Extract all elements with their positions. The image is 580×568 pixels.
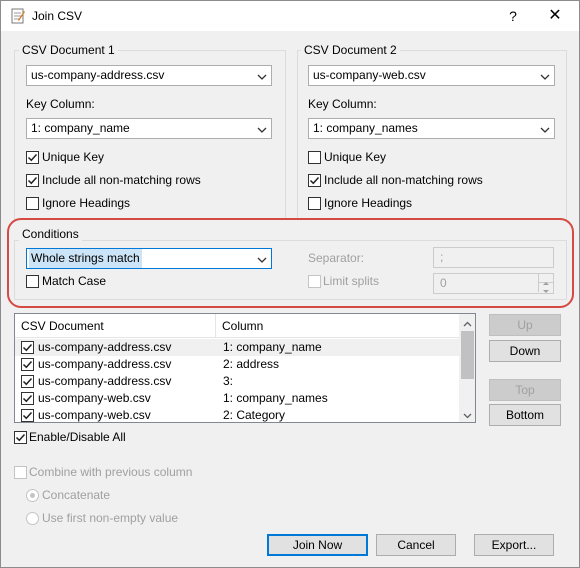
doc2-key-column-value: 1: company_names <box>313 121 418 135</box>
move-top-button[interactable]: Top <box>489 379 561 401</box>
chevron-down-icon <box>256 123 268 135</box>
enable-disable-all-label[interactable]: Enable/Disable All <box>29 430 126 444</box>
join-now-button[interactable]: Join Now <box>267 534 368 556</box>
checkmark-icon <box>22 343 33 352</box>
checkmark-icon <box>22 360 33 369</box>
list-header: CSV Document Column <box>15 314 459 338</box>
row-column: 2: Category <box>223 408 286 422</box>
doc1-key-column-select[interactable]: 1: company_name <box>26 118 272 139</box>
window-title: Join CSV <box>32 9 83 23</box>
scroll-down-icon[interactable] <box>463 409 472 419</box>
move-bottom-button[interactable]: Bottom <box>489 404 561 426</box>
scroll-thumb[interactable] <box>461 331 474 379</box>
row-enabled-checkbox[interactable] <box>21 392 34 405</box>
combine-previous-label[interactable]: Combine with previous column <box>29 465 192 479</box>
close-button[interactable]: ✕ <box>543 4 567 28</box>
row-column: 1: company_name <box>223 340 322 354</box>
row-document: us-company-address.csv <box>38 374 172 388</box>
enable-disable-all-checkbox[interactable] <box>14 431 27 444</box>
title-bar: Join CSV ? ✕ <box>1 1 579 31</box>
row-column: 3: <box>223 374 234 388</box>
column-header-column[interactable]: Column <box>216 314 459 338</box>
csv-document-2-legend: CSV Document 2 <box>301 43 400 57</box>
doc2-key-column-select[interactable]: 1: company_names <box>308 118 555 139</box>
checkmark-icon <box>309 176 320 185</box>
row-document: us-company-web.csv <box>38 391 151 405</box>
row-column: 1: company_names <box>223 391 328 405</box>
move-up-button[interactable]: Up <box>489 314 561 336</box>
csv-document-1-legend: CSV Document 1 <box>19 43 118 57</box>
doc1-file-value: us-company-address.csv <box>31 68 165 82</box>
row-enabled-checkbox[interactable] <box>21 358 34 371</box>
row-enabled-checkbox[interactable] <box>21 409 34 422</box>
row-column: 2: address <box>223 357 280 371</box>
table-row[interactable]: us-company-web.csv 2: Category <box>15 407 459 422</box>
checkmark-icon <box>22 377 33 386</box>
doc2-unique-key-label[interactable]: Unique Key <box>324 150 386 164</box>
doc1-include-nonmatching-checkbox[interactable] <box>26 174 39 187</box>
checkmark-icon <box>22 394 33 403</box>
help-button[interactable]: ? <box>501 4 525 28</box>
export-button[interactable]: Export... <box>474 534 554 556</box>
doc1-ignore-headings-label[interactable]: Ignore Headings <box>42 196 130 210</box>
column-header-document[interactable]: CSV Document <box>15 314 216 338</box>
csv-app-icon <box>10 8 26 24</box>
output-columns-list[interactable]: CSV Document Column us-company-address.c… <box>14 313 476 423</box>
doc1-ignore-headings-checkbox[interactable] <box>26 197 39 210</box>
doc1-file-select[interactable]: us-company-address.csv <box>26 65 272 86</box>
table-row[interactable]: us-company-address.csv 2: address <box>15 356 459 373</box>
concatenate-label[interactable]: Concatenate <box>42 488 110 502</box>
checkmark-icon <box>22 411 33 420</box>
doc1-unique-key-checkbox[interactable] <box>26 151 39 164</box>
checkmark-icon <box>27 176 38 185</box>
doc2-file-select[interactable]: us-company-web.csv <box>308 65 555 86</box>
row-document: us-company-address.csv <box>38 357 172 371</box>
row-enabled-checkbox[interactable] <box>21 341 34 354</box>
doc2-ignore-headings-label[interactable]: Ignore Headings <box>324 196 412 210</box>
chevron-down-icon <box>539 70 551 82</box>
doc1-include-nonmatching-label[interactable]: Include all non-matching rows <box>42 173 201 187</box>
row-enabled-checkbox[interactable] <box>21 375 34 388</box>
cancel-button[interactable]: Cancel <box>376 534 456 556</box>
doc2-key-column-label: Key Column: <box>308 97 377 111</box>
join-csv-dialog: Join CSV ? ✕ CSV Document 1 us-company-a… <box>0 0 580 568</box>
table-row[interactable]: us-company-address.csv 1: company_name <box>15 339 459 356</box>
table-row[interactable]: us-company-web.csv 1: company_names <box>15 390 459 407</box>
concatenate-radio[interactable] <box>26 489 39 502</box>
row-document: us-company-address.csv <box>38 340 172 354</box>
chevron-down-icon <box>256 70 268 82</box>
combine-previous-checkbox[interactable] <box>14 466 27 479</box>
table-row[interactable]: us-company-address.csv 3: <box>15 373 459 390</box>
doc2-unique-key-checkbox[interactable] <box>308 151 321 164</box>
conditions-highlight <box>7 218 574 308</box>
doc1-key-column-label: Key Column: <box>26 97 95 111</box>
doc2-include-nonmatching-label[interactable]: Include all non-matching rows <box>324 173 483 187</box>
doc1-key-column-value: 1: company_name <box>31 121 130 135</box>
doc1-unique-key-label[interactable]: Unique Key <box>42 150 104 164</box>
checkmark-icon <box>15 433 26 442</box>
move-down-button[interactable]: Down <box>489 340 561 362</box>
checkmark-icon <box>27 153 38 162</box>
row-document: us-company-web.csv <box>38 408 151 422</box>
scroll-up-icon[interactable] <box>463 318 472 327</box>
chevron-down-icon <box>539 123 551 135</box>
doc2-include-nonmatching-checkbox[interactable] <box>308 174 321 187</box>
doc2-ignore-headings-checkbox[interactable] <box>308 197 321 210</box>
first-nonempty-radio[interactable] <box>26 512 39 525</box>
list-vertical-scrollbar[interactable] <box>459 314 475 422</box>
doc2-file-value: us-company-web.csv <box>313 68 426 82</box>
first-nonempty-label[interactable]: Use first non-empty value <box>42 511 178 525</box>
